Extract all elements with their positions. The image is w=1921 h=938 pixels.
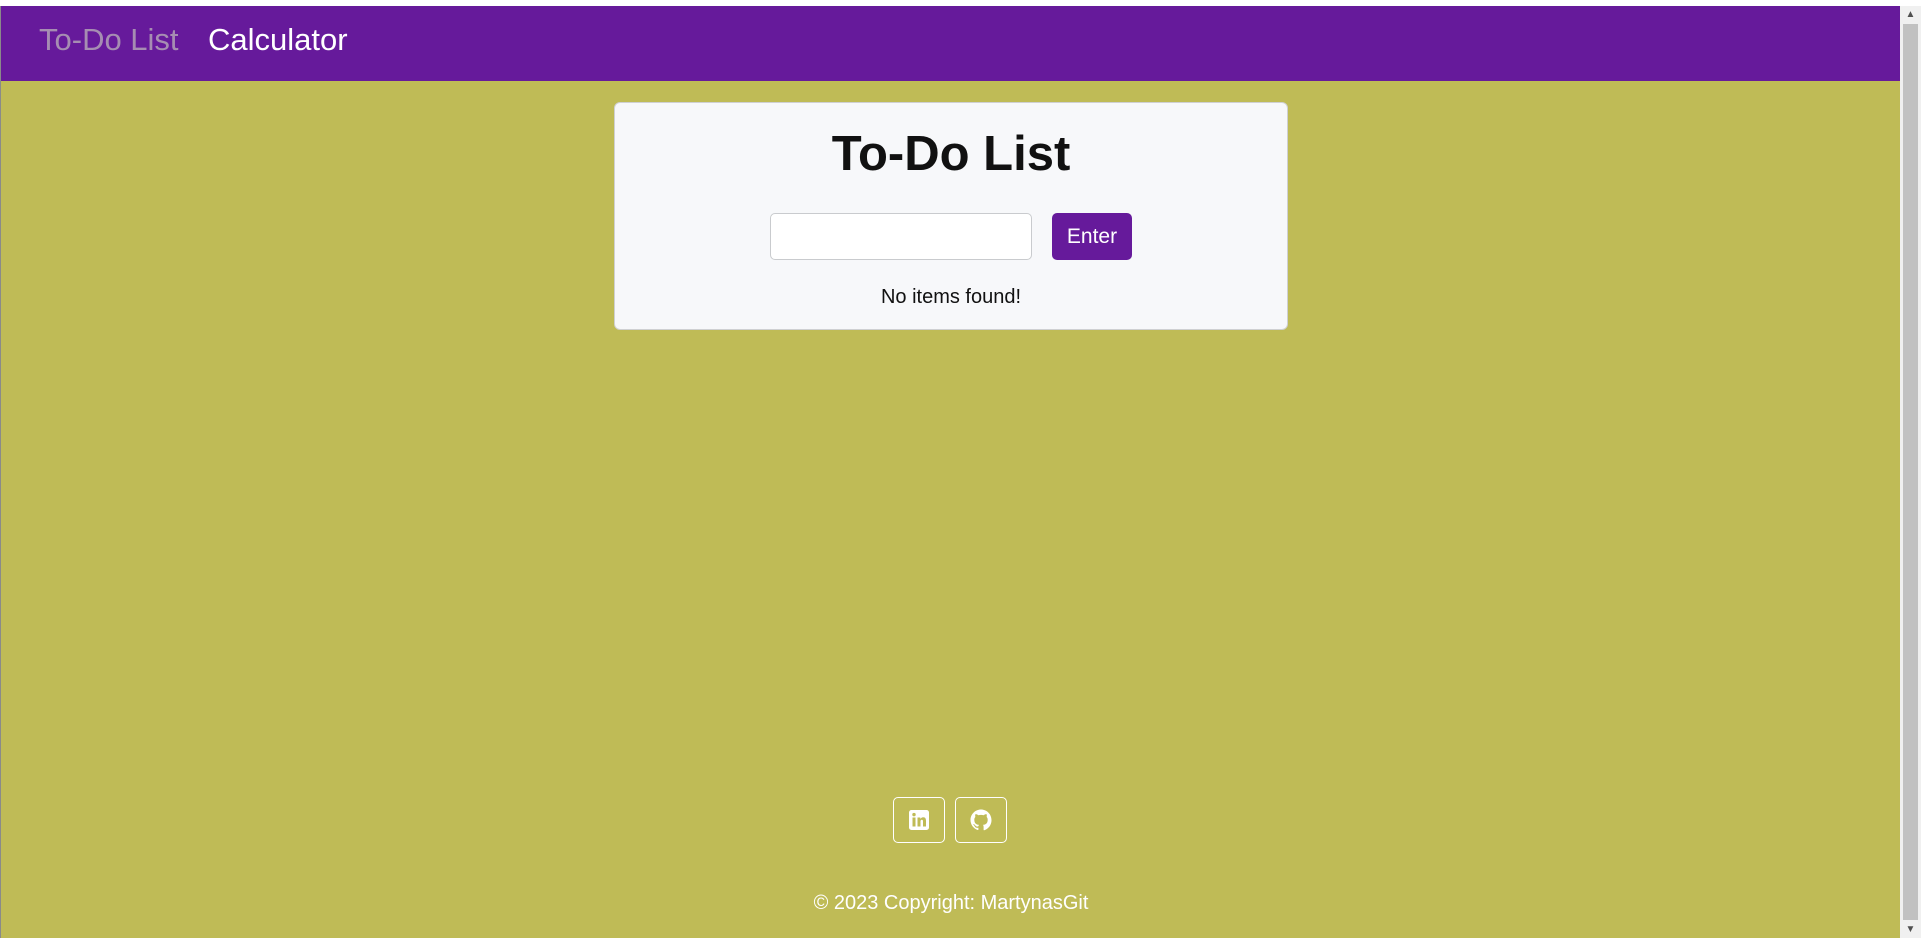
todo-input[interactable]	[770, 213, 1032, 260]
scroll-down-arrow-icon[interactable]: ▼	[1900, 921, 1921, 938]
page-title: To-Do List	[831, 127, 1071, 181]
empty-message: No items found!	[880, 286, 1022, 308]
nav-link-calculator[interactable]: Calculator	[208, 20, 348, 60]
scroll-thumb[interactable]	[1903, 24, 1918, 920]
linkedin-button[interactable]	[893, 797, 945, 843]
github-button[interactable]	[955, 797, 1007, 843]
page-viewport: To-Do List Calculator To-Do List Enter N…	[0, 6, 1901, 938]
navbar: To-Do List Calculator	[1, 6, 1901, 81]
github-icon	[970, 809, 992, 831]
scroll-up-arrow-icon[interactable]: ▲	[1900, 6, 1921, 23]
enter-button[interactable]: Enter	[1052, 213, 1132, 260]
linkedin-icon	[909, 810, 929, 830]
nav-link-todo-list[interactable]: To-Do List	[39, 20, 179, 60]
todo-card: To-Do List Enter No items found!	[614, 102, 1288, 330]
vertical-scrollbar[interactable]: ▲ ▼	[1900, 6, 1921, 938]
footer-copyright: © 2023 Copyright: MartynasGit	[813, 892, 1089, 914]
